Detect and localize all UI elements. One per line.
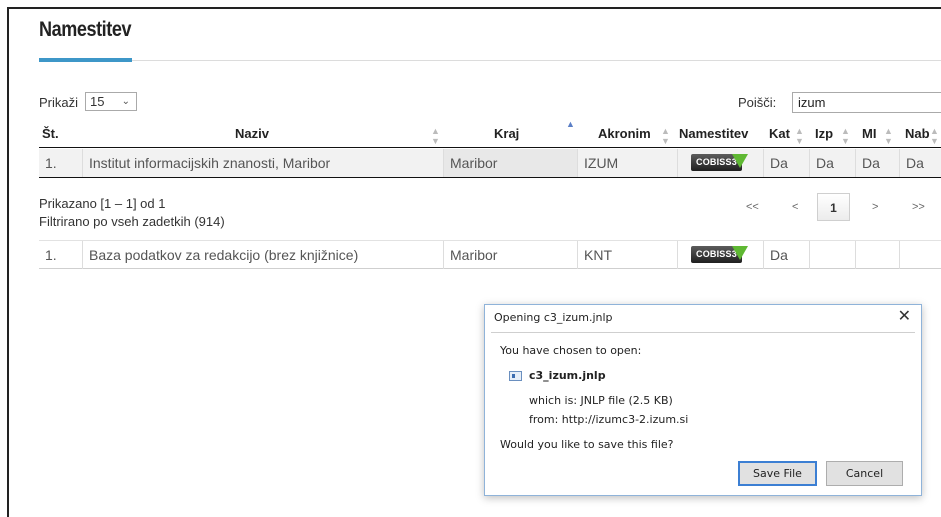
cell-mi (855, 241, 899, 269)
pagination-next[interactable]: > (872, 193, 878, 221)
sort-both-icon: ▲ ▼ (930, 126, 939, 146)
cell-kraj: Maribor (443, 149, 577, 177)
column-header-naziv[interactable]: Naziv (235, 123, 269, 149)
page-title: Namestitev (39, 18, 132, 41)
search-input[interactable] (792, 92, 941, 113)
cell-namestitev: COBISS3 (677, 149, 763, 177)
pagination-first[interactable]: << (746, 193, 759, 221)
cell-namestitev: COBISS3 (677, 241, 763, 269)
sort-both-icon: ▲ ▼ (431, 126, 440, 146)
column-header-namestitev[interactable]: Namestitev (679, 123, 748, 149)
pagination-last[interactable]: >> (912, 193, 925, 221)
title-divider (132, 60, 941, 61)
cell-number: 1. (45, 247, 57, 263)
cancel-button[interactable]: Cancel (826, 461, 903, 486)
header-divider (39, 147, 941, 148)
search-label: Poišči: (738, 95, 777, 110)
file-icon (509, 371, 522, 381)
close-icon[interactable]: ✕ (898, 306, 911, 325)
sort-ascending-icon: ▲ (566, 119, 575, 129)
sort-both-icon: ▲ ▼ (884, 126, 893, 146)
cell-kat: Da (763, 149, 809, 177)
download-dialog: Opening c3_izum.jnlp ✕ You have chosen t… (484, 304, 922, 496)
download-arrow-icon (732, 246, 748, 260)
cobiss3-install-button[interactable]: COBISS3 (691, 246, 748, 263)
dialog-prompt: You have chosen to open: (500, 344, 642, 357)
column-header-nab[interactable]: Nab (905, 123, 930, 149)
save-file-button[interactable]: Save File (738, 461, 817, 486)
dialog-filename: c3_izum.jnlp (529, 369, 606, 382)
dialog-source: from: http://izumc3-2.izum.si (529, 413, 689, 426)
table-row[interactable]: 1. Institut informacijskih znanosti, Mar… (39, 149, 941, 178)
cell-nab: Da (899, 149, 941, 177)
cell-akronim: KNT (577, 241, 677, 269)
cell-mi: Da (855, 149, 899, 177)
cell-naziv: Baza podatkov za redakcijo (brez knjižni… (82, 241, 443, 269)
pagination-current-page[interactable]: 1 (817, 193, 850, 221)
column-header-mi[interactable]: MI (862, 123, 876, 149)
pagination-prev[interactable]: < (792, 193, 798, 221)
page-length-value: 15 (90, 94, 105, 109)
cell-akronim: IZUM (577, 149, 677, 177)
dialog-divider (491, 332, 915, 333)
dialog-filetype: which is: JNLP file (2.5 KB) (529, 394, 673, 407)
cell-nab (899, 241, 941, 269)
cell-izp (809, 241, 855, 269)
cell-naziv: Institut informacijskih znanosti, Maribo… (82, 149, 483, 177)
page-length-select[interactable]: 15 ⌄ (85, 92, 137, 111)
cell-kat: Da (763, 241, 809, 269)
cell-kraj: Maribor (443, 241, 577, 269)
sort-both-icon: ▲ ▼ (661, 126, 670, 146)
sort-both-icon: ▲ ▼ (841, 126, 850, 146)
table-row[interactable]: 1. Baza podatkov za redakcijo (brez knji… (39, 240, 941, 269)
cobiss3-install-button[interactable]: COBISS3 (691, 154, 748, 171)
sort-both-icon: ▲ ▼ (795, 126, 804, 146)
column-header-akronim[interactable]: Akronim (598, 123, 651, 149)
table-filter-info: Filtrirano po vseh zadetkih (914) (39, 214, 225, 229)
dialog-title: Opening c3_izum.jnlp (494, 311, 613, 324)
table-info: Prikazano [1 – 1] od 1 (39, 196, 166, 211)
column-header-kat[interactable]: Kat (769, 123, 790, 149)
cobiss3-label: COBISS3 (696, 249, 737, 259)
title-underline (39, 58, 132, 62)
dialog-question: Would you like to save this file? (500, 438, 674, 451)
cobiss3-label: COBISS3 (696, 157, 737, 167)
cell-izp: Da (809, 149, 855, 177)
page-length-label: Prikaži (39, 95, 79, 110)
column-header-number[interactable]: Št. (42, 123, 59, 149)
cell-number: 1. (45, 155, 57, 171)
column-header-izp[interactable]: Izp (815, 123, 833, 149)
chevron-down-icon: ⌄ (121, 96, 130, 107)
column-header-kraj[interactable]: Kraj (494, 123, 519, 149)
download-arrow-icon (732, 154, 748, 168)
